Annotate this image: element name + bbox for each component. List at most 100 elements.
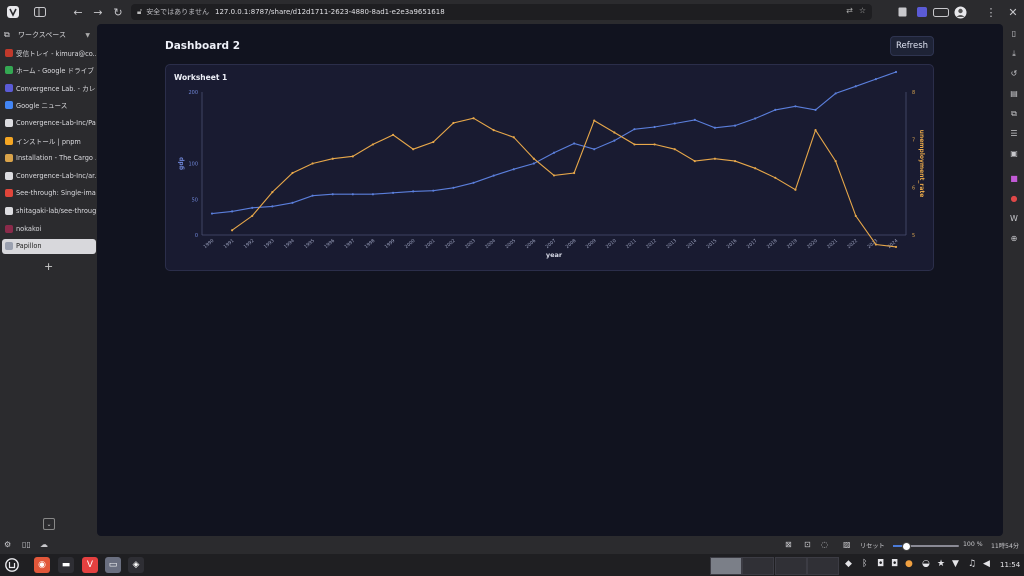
bluetooth-icon[interactable]: ᛒ <box>862 559 867 569</box>
cube-app-icon[interactable]: ◈ <box>128 557 144 573</box>
sidebar-tab-label: Convergence-Lab-Inc/Pa... <box>16 118 96 127</box>
tab-sidebar: ⧉ ワークスペース ▼ 受信トレイ - kimura@co... ホーム - Go… <box>0 24 98 536</box>
x-tick-label: 2003 <box>464 238 477 250</box>
tray-box-icon[interactable]: ◆ <box>845 559 852 569</box>
sidebar-tab[interactable]: Installation - The Cargo ... <box>2 151 96 166</box>
bookmark-icon[interactable]: ☆ <box>859 6 866 15</box>
screenshot-icon[interactable]: ⊡ <box>804 540 811 549</box>
reading-list-icon[interactable]: ☰ <box>1009 129 1019 139</box>
notes-panel-icon[interactable]: ▤ <box>1009 89 1019 99</box>
wifi-icon[interactable]: ▼ <box>952 559 959 569</box>
data-point-gdp <box>472 181 475 184</box>
add-panel-icon[interactable]: ⊕ <box>1009 234 1019 244</box>
app-launcher-icon[interactable]: ◉ <box>34 557 50 573</box>
sidebar-tab[interactable]: Convergence Lab. - カレ... <box>2 80 96 95</box>
history-panel-icon[interactable]: ↺ <box>1009 69 1019 79</box>
wikipedia-panel-icon[interactable]: W <box>1009 214 1019 224</box>
tile-icon[interactable]: ◌ <box>821 540 828 549</box>
files-app-icon[interactable]: ▭ <box>105 557 121 573</box>
data-point-gdp <box>452 186 455 189</box>
sidebar-tab[interactable]: Convergence-Lab-Inc/ar... <box>2 168 96 183</box>
data-point-gdp <box>311 194 314 197</box>
sidebar-tab[interactable]: Google ニュース <box>2 98 96 113</box>
sync-icon[interactable]: ⚙ <box>4 540 11 549</box>
mastodon-panel-icon[interactable]: ■ <box>1009 174 1019 184</box>
reader-icon[interactable] <box>893 3 911 21</box>
workspace-thumb-2[interactable] <box>742 557 774 575</box>
workspace-thumb-3[interactable] <box>775 557 807 575</box>
sidebar-tab[interactable]: See-through: Single-ima... <box>2 186 96 201</box>
favicon-icon <box>5 154 13 163</box>
star-icon[interactable]: ★ <box>937 559 945 569</box>
music-icon[interactable]: ♫ <box>968 559 976 569</box>
sidebar-tab[interactable]: shitagaki-lab/see-throug... <box>2 203 96 218</box>
forward-icon[interactable]: → <box>89 3 107 21</box>
data-point-unemployment_rate <box>834 160 837 163</box>
data-point-unemployment_rate <box>894 245 898 249</box>
workspace-selector[interactable]: ⧉ ワークスペース ▼ <box>4 28 94 42</box>
data-point-unemployment_rate <box>693 160 696 163</box>
data-point-gdp <box>331 193 334 196</box>
panel-toggle-icon[interactable] <box>31 3 49 21</box>
status-bar: ⚙ ▯▯ ☁ ⊠ ⊡ ◌ ▨ リセット 100 % 11時54分 <box>0 536 1024 554</box>
vivaldi-social-icon[interactable]: ● <box>1009 194 1019 204</box>
tray-app-icon-2[interactable]: ◘ <box>891 559 898 569</box>
profile-avatar-icon[interactable] <box>951 3 969 21</box>
menu-icon[interactable]: ⋮ <box>982 3 1000 21</box>
vivaldi-menu-icon[interactable] <box>4 3 22 21</box>
capture-icon[interactable]: ⊠ <box>785 540 792 549</box>
vpn-icon[interactable] <box>931 3 951 21</box>
y-axis-left-label: gdp <box>178 156 185 170</box>
x-tick-label: 1990 <box>202 238 215 250</box>
reset-zoom-button[interactable]: リセット <box>860 541 885 550</box>
drive-icon[interactable]: ◒ <box>922 559 930 569</box>
address-bar[interactable]: 🔓︎ 安全ではありません 127.0.0.1:8787/share/d12d17… <box>131 4 872 20</box>
insecure-lock-icon[interactable]: 🔓︎ <box>137 7 142 17</box>
close-window-icon[interactable]: ✕ <box>1004 3 1022 21</box>
workspace-thumb-1[interactable] <box>710 557 742 575</box>
zoom-slider-handle[interactable] <box>902 542 912 551</box>
back-icon[interactable]: ← <box>69 3 87 21</box>
x-tick-label: 1991 <box>223 238 236 250</box>
refresh-button[interactable]: Refresh <box>890 36 934 56</box>
data-point-gdp <box>251 206 254 209</box>
chevron-down-icon: ▼ <box>85 31 90 39</box>
x-tick-label: 2014 <box>685 238 698 250</box>
sidebar-tab[interactable]: 受信トレイ - kimura@co... <box>2 45 96 60</box>
translate-icon[interactable]: ⇄ <box>846 6 853 15</box>
tray-app-icon[interactable]: ◘ <box>877 559 884 569</box>
zoom-slider[interactable] <box>893 542 959 551</box>
cloud-icon[interactable]: ☁ <box>40 540 48 549</box>
x-tick-label: 2010 <box>605 238 618 250</box>
sidebar-tab[interactable]: nokakoi <box>2 221 96 236</box>
firefox-tray-icon[interactable]: ● <box>905 559 913 569</box>
extension-icon[interactable] <box>913 3 931 21</box>
sidebar-tab[interactable]: インストール | pnpm <box>2 133 96 148</box>
data-point-gdp <box>733 124 737 127</box>
data-point-unemployment_rate <box>512 136 515 139</box>
sidebar-tab-label: 受信トレイ - kimura@co... <box>16 49 96 58</box>
os-menu-icon[interactable] <box>4 557 20 573</box>
terminal-app-icon[interactable]: ▬ <box>58 557 74 573</box>
data-point-unemployment_rate <box>854 214 857 218</box>
data-point-unemployment_rate <box>251 214 254 218</box>
y-left-tick-label: 50 <box>192 197 198 203</box>
volume-icon[interactable]: ◀ <box>983 559 990 569</box>
reload-icon[interactable]: ↻ <box>109 3 127 21</box>
y-left-tick-label: 0 <box>195 233 198 239</box>
sidebar-tab[interactable]: Convergence-Lab-Inc/Pa... <box>2 115 96 130</box>
bookmarks-panel-icon[interactable]: ▯ <box>1009 29 1019 39</box>
image-toggle-icon[interactable]: ▨ <box>843 540 851 549</box>
vivaldi-app-icon[interactable]: V <box>82 557 98 573</box>
collapse-sidebar-icon[interactable]: ⌄ <box>43 518 55 530</box>
url-text[interactable]: 127.0.0.1:8787/share/d12d1711-2623-4880-… <box>215 8 445 16</box>
tiling-icon[interactable]: ▯▯ <box>22 540 31 549</box>
sidebar-tab[interactable]: ホーム - Google ドライブ <box>2 63 96 78</box>
workspace-thumb-4[interactable] <box>807 557 839 575</box>
new-tab-button[interactable]: + <box>44 260 53 273</box>
downloads-panel-icon[interactable]: ⤓ <box>1009 49 1019 59</box>
sidebar-tab[interactable]: Papillon <box>2 238 96 254</box>
translate-panel-icon[interactable]: ▣ <box>1009 149 1019 159</box>
x-axis-label: year <box>546 251 563 259</box>
window-panel-icon[interactable]: ⧉ <box>1009 109 1019 119</box>
